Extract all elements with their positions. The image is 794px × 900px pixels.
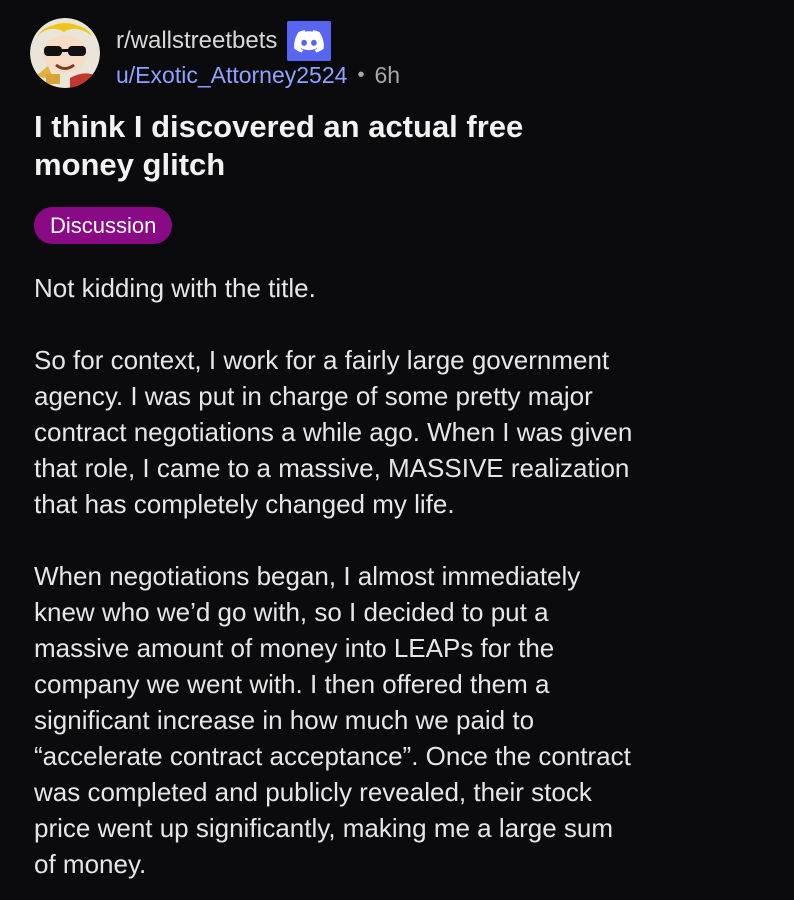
body-paragraph: So for context, I work for a fairly larg…: [34, 345, 633, 519]
post-title-text: I think I discovered an actual free mone…: [34, 109, 524, 182]
user-avatar[interactable]: [30, 18, 100, 88]
subreddit-row: r/wallstreetbets: [116, 21, 400, 61]
meta-separator: •: [357, 64, 365, 86]
post-body: Not kidding with the title. So for conte…: [34, 270, 774, 882]
post-card: r/wallstreetbets u/Exotic_Attorney2524 •…: [0, 0, 794, 900]
author-row: u/Exotic_Attorney2524 • 6h: [116, 62, 400, 89]
body-paragraph: When negotiations began, I almost immedi…: [34, 561, 631, 879]
post-title[interactable]: I think I discovered an actual free mone…: [34, 108, 654, 184]
flair-badge[interactable]: Discussion: [34, 207, 173, 244]
post-header: r/wallstreetbets u/Exotic_Attorney2524 •…: [30, 18, 750, 90]
discord-icon[interactable]: [287, 21, 332, 61]
discord-logo-icon: [294, 29, 325, 53]
snoo-sunglasses-avatar-icon: [30, 18, 100, 88]
subreddit-link[interactable]: r/wallstreetbets: [116, 27, 277, 55]
author-link[interactable]: u/Exotic_Attorney2524: [116, 62, 347, 89]
body-paragraph: Not kidding with the title.: [34, 273, 316, 303]
post-meta: r/wallstreetbets u/Exotic_Attorney2524 •…: [116, 21, 400, 89]
post-age: 6h: [374, 62, 401, 88]
